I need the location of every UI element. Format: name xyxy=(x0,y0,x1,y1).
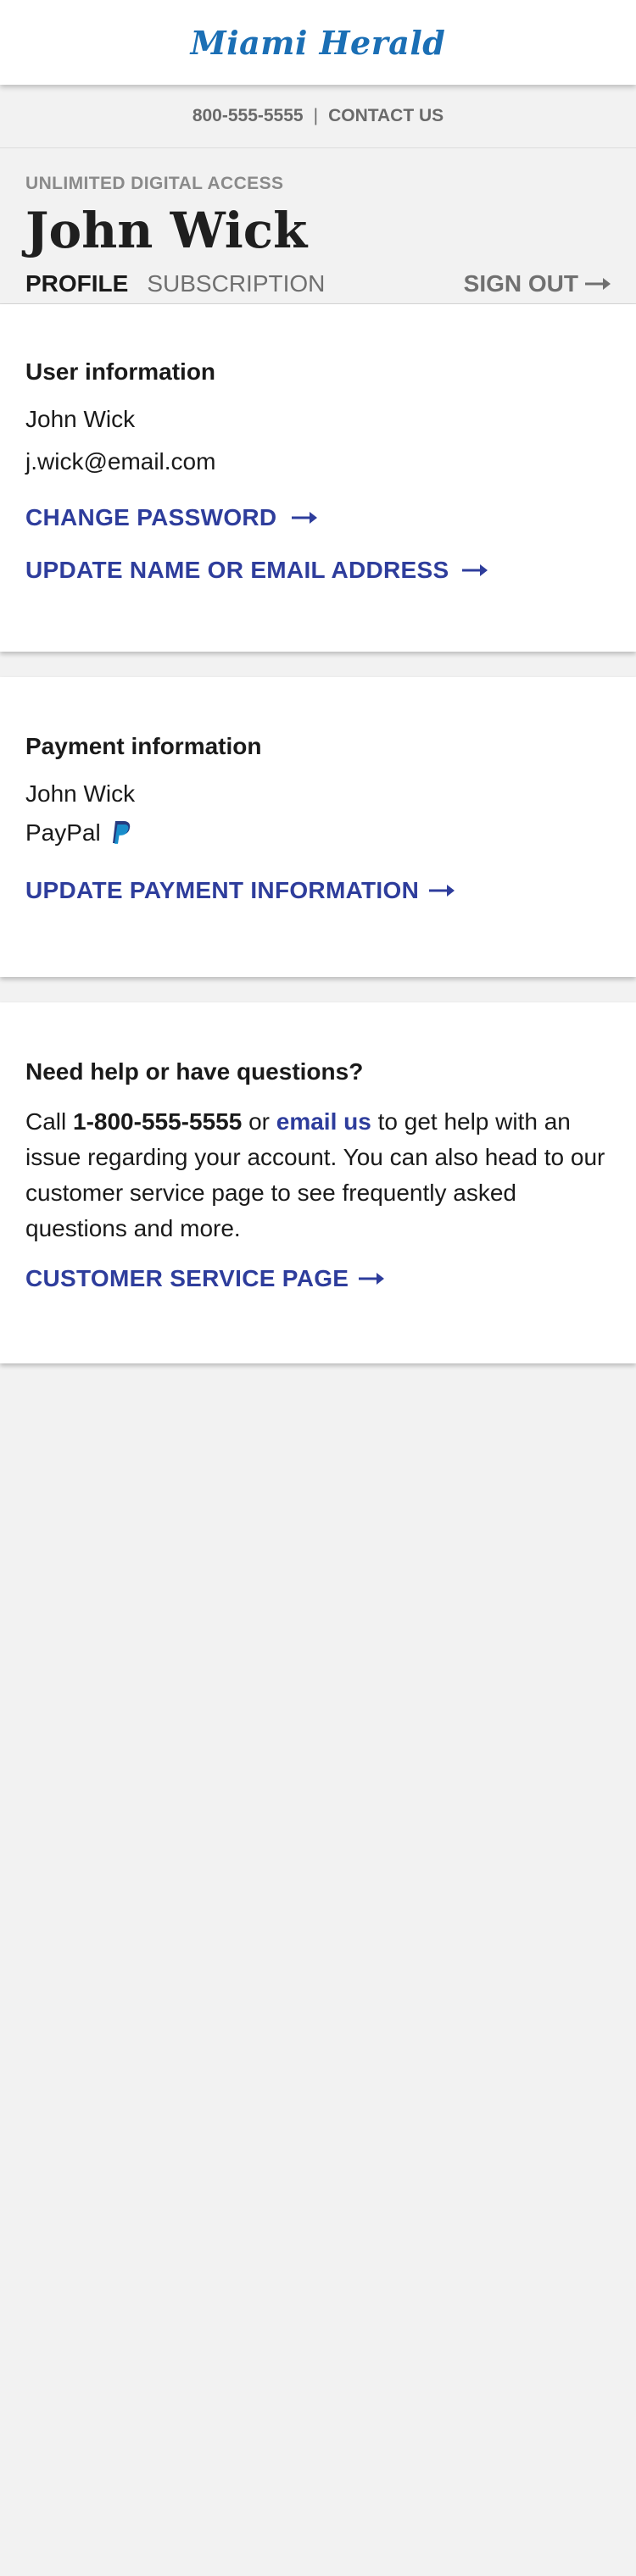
miami-herald-logo[interactable]: Miami Herald xyxy=(191,24,446,62)
subscription-tier-label: UNLIMITED DIGITAL ACCESS xyxy=(25,174,284,193)
sign-out-label: SIGN OUT xyxy=(463,270,578,297)
payment-method: PayPal xyxy=(25,819,611,847)
arrow-right-icon xyxy=(462,563,488,578)
update-name-email-label: UPDATE NAME OR EMAIL ADDRESS xyxy=(25,557,449,583)
help-description: Call 1-800-555-5555 or email us to get h… xyxy=(25,1104,611,1246)
arrow-right-icon xyxy=(292,510,318,525)
masthead: Miami Herald xyxy=(0,0,636,85)
arrow-right-icon xyxy=(429,883,455,898)
customer-service-link[interactable]: CUSTOMER SERVICE PAGE xyxy=(25,1265,385,1292)
change-password-label: CHANGE PASSWORD xyxy=(25,504,277,530)
arrow-right-icon xyxy=(359,1271,385,1286)
help-text-call: Call xyxy=(25,1108,67,1135)
divider: | xyxy=(313,106,319,125)
tab-profile[interactable]: PROFILE xyxy=(25,270,128,297)
section-title: Payment information xyxy=(25,733,262,759)
update-name-email-link[interactable]: UPDATE NAME OR EMAIL ADDRESS xyxy=(25,557,488,584)
tab-subscription[interactable]: SUBSCRIPTION xyxy=(147,270,325,297)
update-payment-link[interactable]: UPDATE PAYMENT INFORMATION xyxy=(25,877,455,904)
email-us-link[interactable]: email us xyxy=(276,1108,371,1135)
arrow-right-icon xyxy=(585,276,611,291)
paypal-icon xyxy=(111,820,131,846)
payment-name: John Wick xyxy=(25,780,136,807)
sign-out-button[interactable]: SIGN OUT xyxy=(464,270,611,297)
change-password-link[interactable]: CHANGE PASSWORD xyxy=(25,504,318,531)
user-name: John Wick xyxy=(25,406,136,432)
help-phone-number[interactable]: 1-800-555-5555 xyxy=(73,1108,242,1135)
customer-service-label: CUSTOMER SERVICE PAGE xyxy=(25,1265,349,1291)
account-header: UNLIMITED DIGITAL ACCESS John Wick PROFI… xyxy=(0,148,636,304)
user-information-card: User information John Wick j.wick@email.… xyxy=(0,304,636,652)
contact-us-link[interactable]: CONTACT US xyxy=(328,106,444,126)
update-payment-label: UPDATE PAYMENT INFORMATION xyxy=(25,877,420,903)
section-title: Need help or have questions? xyxy=(25,1058,364,1085)
user-email: j.wick@email.com xyxy=(25,448,216,475)
section-title: User information xyxy=(25,358,216,385)
contact-bar: 800-555-5555 | CONTACT US xyxy=(0,85,636,148)
account-tabs: PROFILE SUBSCRIPTION SIGN OUT xyxy=(25,267,611,301)
phone-number[interactable]: 800-555-5555 xyxy=(192,106,304,126)
help-card: Need help or have questions? Call 1-800-… xyxy=(0,1002,636,1363)
payment-method-label: PayPal xyxy=(25,819,101,846)
payment-information-card: Payment information John Wick PayPal UPD… xyxy=(0,677,636,977)
page-title: John Wick xyxy=(25,202,308,259)
help-text-or: or xyxy=(248,1108,270,1135)
